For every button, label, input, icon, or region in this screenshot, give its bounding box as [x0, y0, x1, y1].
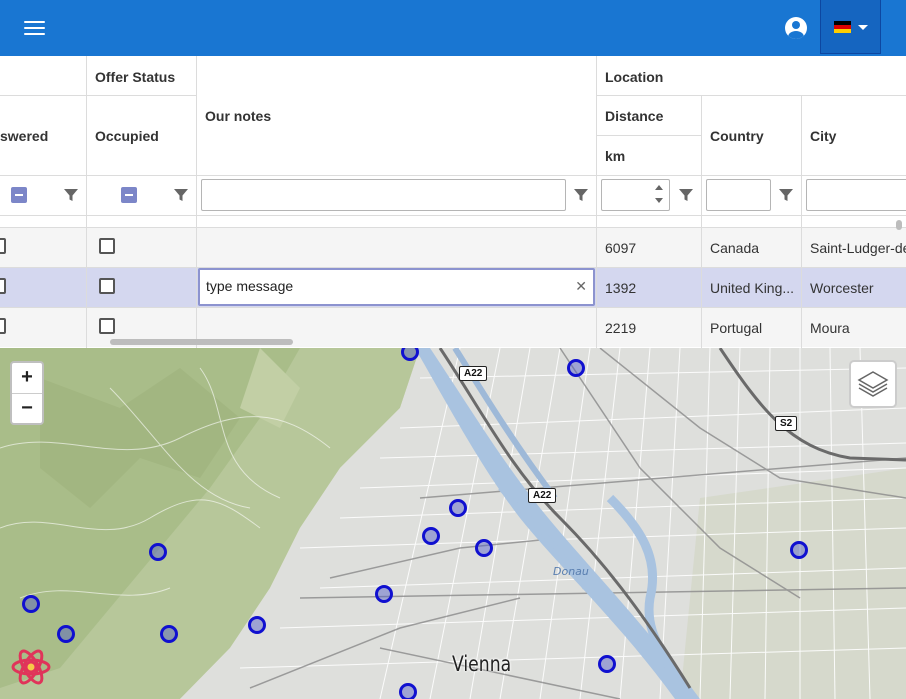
horizontal-scrollbar[interactable]	[110, 339, 293, 345]
map-view[interactable]: + − A22 A22 S2 Donau Vienna	[0, 348, 906, 699]
notes-filter-input[interactable]	[201, 179, 566, 211]
column-header-our-notes[interactable]: Our notes	[205, 108, 271, 124]
language-selector-button[interactable]	[820, 0, 881, 54]
group-header-location: Location	[605, 69, 664, 85]
react-atom-logo-icon	[11, 649, 51, 685]
answered-filter-indeterminate-checkbox[interactable]	[11, 187, 27, 203]
map-marker[interactable]	[449, 499, 467, 517]
map-marker[interactable]	[790, 541, 808, 559]
answered-checkbox[interactable]	[0, 238, 6, 254]
top-app-bar	[0, 0, 906, 56]
column-header-city[interactable]: City	[810, 128, 836, 144]
caret-down-icon	[858, 25, 868, 30]
column-header-answered[interactable]: swered	[0, 128, 48, 144]
filter-icon[interactable]	[574, 188, 588, 202]
distance-cell: 2219	[605, 320, 637, 336]
answered-checkbox[interactable]	[0, 278, 6, 294]
distance-cell: 6097	[605, 240, 637, 256]
spin-down-icon[interactable]	[654, 197, 664, 205]
table-row[interactable]	[0, 227, 906, 267]
filter-icon[interactable]	[174, 188, 188, 202]
map-marker[interactable]	[149, 543, 167, 561]
distance-cell: 1392	[605, 280, 637, 296]
vertical-scrollbar[interactable]	[896, 220, 902, 230]
city-cell: Worcester	[810, 280, 874, 296]
column-header-distance[interactable]: Distance	[605, 108, 663, 124]
occupied-checkbox[interactable]	[99, 318, 115, 334]
map-marker[interactable]	[160, 625, 178, 643]
map-marker[interactable]	[399, 683, 417, 699]
germany-flag-icon	[834, 21, 851, 33]
country-cell: Canada	[710, 240, 760, 256]
map-marker[interactable]	[598, 655, 616, 673]
city-cell: Moura	[810, 320, 850, 336]
country-cell: United King...	[710, 280, 795, 296]
offers-data-grid: Offer Status Location swered Occupied Ou…	[0, 56, 906, 348]
country-cell: Portugal	[710, 320, 763, 336]
answered-checkbox[interactable]	[0, 318, 6, 334]
occupied-checkbox[interactable]	[99, 238, 115, 254]
column-header-distance-unit: km	[605, 148, 626, 164]
map-marker[interactable]	[567, 359, 585, 377]
country-filter-input[interactable]	[706, 179, 771, 211]
zoom-out-button[interactable]: −	[12, 394, 42, 424]
river-label: Donau	[553, 565, 589, 578]
city-filter-input[interactable]	[806, 179, 906, 211]
map-tiles	[0, 348, 906, 699]
occupied-checkbox[interactable]	[99, 278, 115, 294]
filter-icon[interactable]	[779, 188, 793, 202]
account-circle-icon[interactable]	[785, 17, 807, 39]
map-marker[interactable]	[57, 625, 75, 643]
note-input[interactable]	[206, 278, 566, 294]
map-marker[interactable]	[375, 585, 393, 603]
city-cell: Saint-Ludger-de	[810, 240, 906, 256]
group-header-offer-status: Offer Status	[95, 69, 176, 85]
map-marker[interactable]	[248, 616, 266, 634]
occupied-filter-indeterminate-checkbox[interactable]	[121, 187, 137, 203]
column-header-country[interactable]: Country	[710, 128, 764, 144]
clear-icon[interactable]: ✕	[575, 280, 587, 294]
spin-up-icon[interactable]	[654, 183, 664, 191]
city-label: Vienna	[452, 652, 512, 676]
map-marker[interactable]	[22, 595, 40, 613]
filter-icon[interactable]	[64, 188, 78, 202]
filter-icon[interactable]	[679, 188, 693, 202]
zoom-in-button[interactable]: +	[12, 363, 42, 394]
note-edit-field[interactable]: ✕	[198, 268, 595, 306]
hamburger-menu-icon[interactable]	[24, 19, 45, 37]
column-header-occupied[interactable]: Occupied	[95, 128, 159, 144]
road-label: A22	[459, 366, 488, 381]
road-label: S2	[775, 416, 798, 431]
zoom-control: + −	[10, 361, 44, 425]
road-label: A22	[528, 488, 557, 503]
layers-icon[interactable]	[849, 360, 897, 408]
map-marker[interactable]	[422, 527, 440, 545]
map-marker[interactable]	[475, 539, 493, 557]
